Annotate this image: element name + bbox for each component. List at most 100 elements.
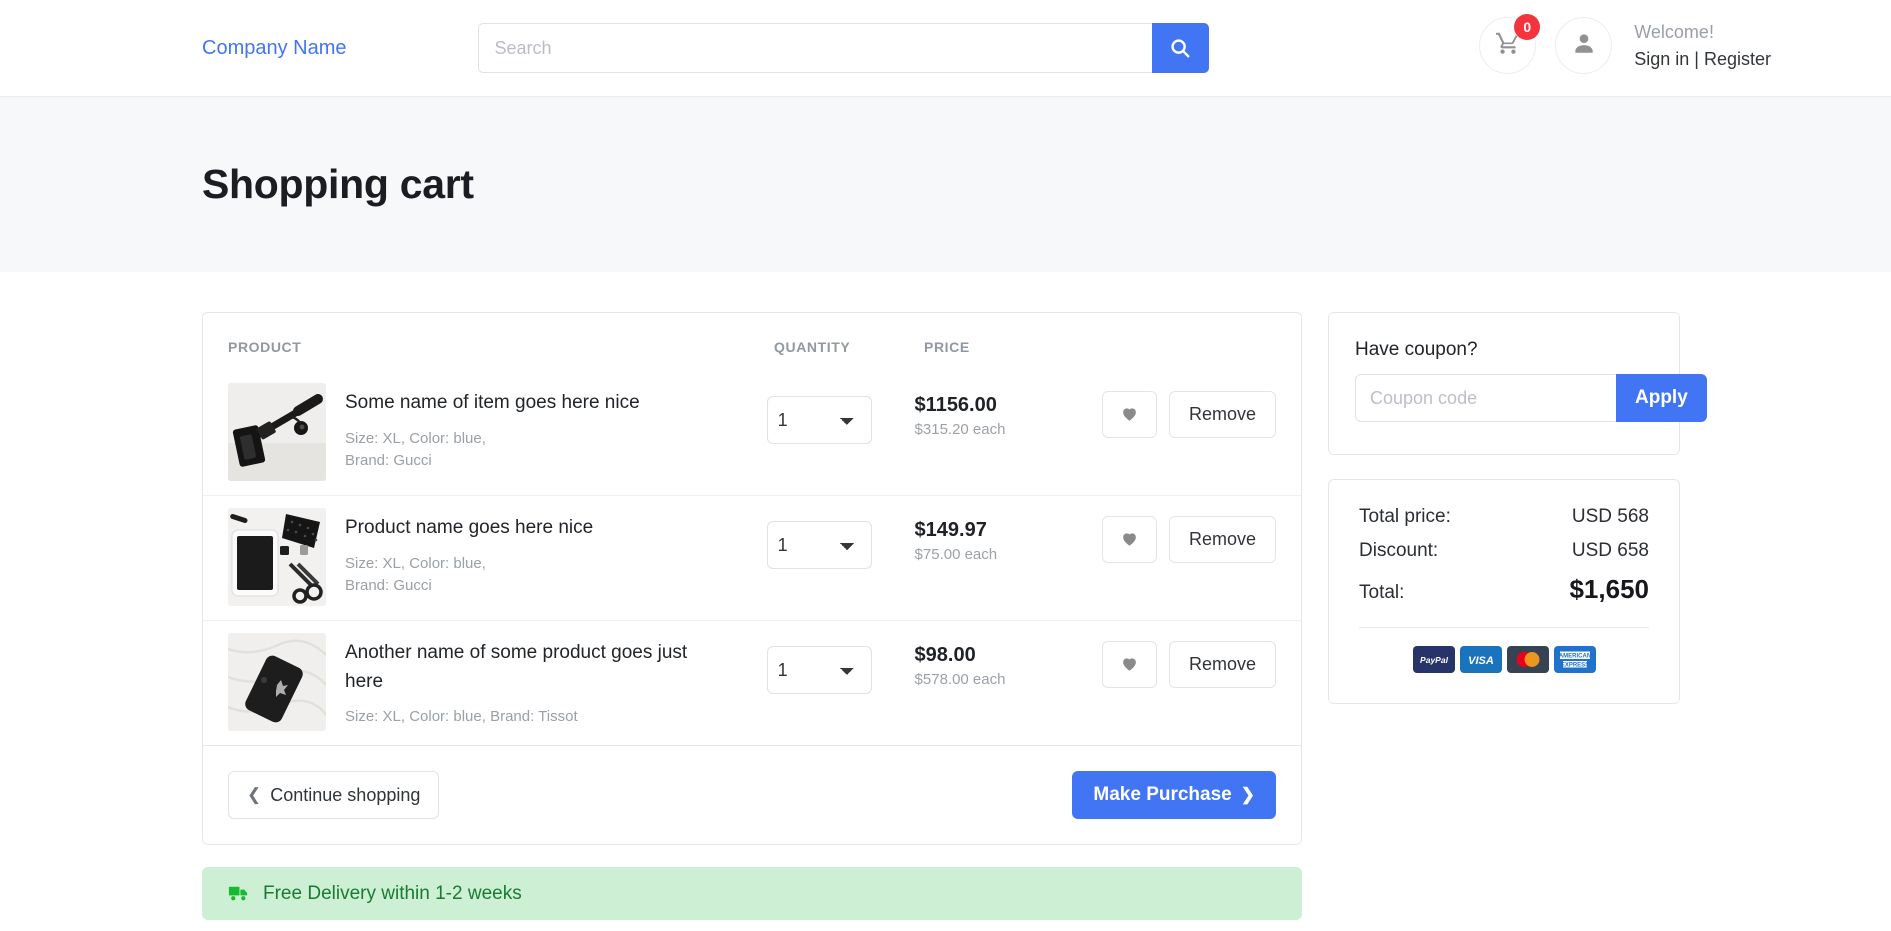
product-cell: Some name of item goes here nice Size: X… bbox=[228, 371, 767, 495]
heart-icon bbox=[1120, 404, 1139, 426]
column-header-product: PRODUCT bbox=[228, 339, 302, 355]
page-title: Shopping cart bbox=[202, 161, 474, 207]
order-summary-card: Total price: USD 568 Discount: USD 658 T… bbox=[1328, 479, 1680, 704]
summary-row-grand-total: Total: $1,650 bbox=[1359, 574, 1649, 605]
wishlist-button[interactable] bbox=[1101, 391, 1157, 438]
summary-label: Total price: bbox=[1359, 506, 1451, 527]
user-avatar-icon bbox=[1571, 30, 1597, 61]
svg-text:VISA: VISA bbox=[1468, 655, 1494, 667]
continue-shopping-label: Continue shopping bbox=[270, 784, 421, 805]
tripod-photo-image bbox=[228, 383, 326, 481]
apply-coupon-button[interactable]: Apply bbox=[1616, 374, 1707, 422]
table-row: Product name goes here nice Size: XL, Co… bbox=[203, 495, 1301, 620]
coupon-card: Have coupon? Apply bbox=[1328, 312, 1707, 455]
welcome-text: Welcome! bbox=[1634, 22, 1714, 43]
brand-logo[interactable]: Company Name bbox=[202, 37, 347, 60]
product-meta: Size: XL, Color: blue, Brand: Tissot bbox=[345, 706, 695, 729]
continue-shopping-button[interactable]: ❮ Continue shopping bbox=[228, 771, 440, 819]
product-meta-line-1: Size: XL, Color: blue, bbox=[345, 429, 486, 447]
wishlist-button[interactable] bbox=[1101, 516, 1157, 563]
search-input[interactable] bbox=[477, 23, 1152, 73]
search-icon bbox=[1169, 37, 1191, 59]
table-row: Some name of item goes here nice Size: X… bbox=[203, 371, 1301, 495]
cart-button[interactable]: 0 bbox=[1479, 14, 1541, 74]
signin-register-link[interactable]: Sign in | Register bbox=[1634, 46, 1771, 72]
summary-value: USD 568 bbox=[1571, 506, 1649, 527]
product-name[interactable]: Product name goes here nice bbox=[345, 514, 593, 543]
paypal-logo-icon: PayPal bbox=[1412, 646, 1455, 673]
chevron-right-icon: ❯ bbox=[1240, 785, 1255, 804]
product-thumbnail[interactable] bbox=[228, 633, 326, 731]
heart-icon bbox=[1120, 654, 1139, 676]
product-meta-line-1: Size: XL, Color: blue, Brand: Tissot bbox=[345, 708, 578, 725]
product-info: Some name of item goes here nice Size: X… bbox=[345, 383, 640, 481]
mastercard-logo-icon bbox=[1506, 646, 1549, 673]
item-total-price: $1156.00 bbox=[914, 394, 997, 416]
summary-row-discount: Discount: USD 658 bbox=[1359, 540, 1649, 562]
summary-value: USD 658 bbox=[1571, 540, 1649, 561]
quantity-cell: 1 bbox=[766, 496, 915, 569]
price-cell: $149.97 $75.00 each bbox=[915, 496, 1102, 563]
product-thumbnail[interactable] bbox=[228, 508, 326, 606]
column-header-actions bbox=[1114, 339, 1276, 355]
search-button[interactable] bbox=[1151, 23, 1209, 73]
header-account-area: 0 Welcome! Sign in | Register bbox=[1479, 14, 1771, 74]
product-name[interactable]: Another name of some product goes just h… bbox=[345, 639, 695, 696]
quantity-select[interactable]: 1 bbox=[766, 521, 872, 569]
summary-label: Discount: bbox=[1359, 540, 1439, 561]
item-unit-price: $315.20 each bbox=[914, 421, 1006, 438]
make-purchase-label: Make Purchase bbox=[1093, 784, 1232, 805]
heart-icon bbox=[1120, 529, 1139, 551]
item-total-price: $98.00 bbox=[914, 644, 976, 666]
product-meta: Size: XL, Color: blue, Brand: Gucci bbox=[345, 553, 593, 599]
welcome-block: Welcome! Sign in | Register bbox=[1634, 19, 1771, 71]
phone-fabric-photo-image bbox=[228, 633, 326, 731]
product-info: Another name of some product goes just h… bbox=[345, 633, 695, 731]
remove-button[interactable]: Remove bbox=[1168, 516, 1276, 563]
chevron-left-icon: ❮ bbox=[247, 785, 262, 804]
product-name[interactable]: Some name of item goes here nice bbox=[345, 389, 640, 418]
column-header-price: PRICE bbox=[924, 339, 970, 355]
actions-cell: Remove bbox=[1101, 371, 1276, 438]
payment-methods: PayPal VISA AMERICAN EXPRESS bbox=[1359, 646, 1649, 673]
make-purchase-button[interactable]: Make Purchase ❯ bbox=[1072, 771, 1276, 819]
product-meta-line-2: Brand: Gucci bbox=[345, 577, 432, 595]
quantity-select[interactable]: 1 bbox=[766, 396, 872, 444]
account-button[interactable] bbox=[1555, 17, 1613, 74]
delivery-truck-icon bbox=[227, 882, 250, 905]
remove-button[interactable]: Remove bbox=[1168, 641, 1276, 688]
svg-text:AMERICAN: AMERICAN bbox=[1558, 654, 1590, 660]
item-unit-price: $75.00 each bbox=[914, 546, 998, 563]
item-unit-price: $578.00 each bbox=[914, 671, 1006, 688]
cart-count-badge: 0 bbox=[1514, 14, 1541, 40]
product-meta-line-1: Size: XL, Color: blue, bbox=[345, 554, 486, 572]
svg-text:PayPal: PayPal bbox=[1420, 655, 1449, 665]
quantity-cell: 1 bbox=[766, 621, 915, 694]
product-cell: Another name of some product goes just h… bbox=[228, 621, 767, 745]
item-total-price: $149.97 bbox=[914, 519, 987, 541]
summary-row-total-price: Total price: USD 568 bbox=[1359, 506, 1649, 528]
coupon-code-input[interactable] bbox=[1355, 374, 1616, 422]
svg-text:EXPRESS: EXPRESS bbox=[1560, 662, 1588, 668]
grand-total-value: $1,650 bbox=[1569, 574, 1649, 604]
product-meta: Size: XL, Color: blue, Brand: Gucci bbox=[345, 428, 640, 474]
product-thumbnail[interactable] bbox=[228, 383, 326, 481]
cart-footer: ❮ Continue shopping Make Purchase ❯ bbox=[203, 745, 1301, 844]
main-content: PRODUCT QUANTITY PRICE Some name of item… bbox=[0, 272, 1891, 920]
free-delivery-banner: Free Delivery within 1-2 weeks bbox=[202, 867, 1302, 920]
tablet-desk-photo-image bbox=[228, 508, 326, 606]
price-cell: $1156.00 $315.20 each bbox=[915, 371, 1102, 438]
cart-table-header: PRODUCT QUANTITY PRICE bbox=[203, 313, 1301, 371]
quantity-cell: 1 bbox=[766, 371, 915, 444]
visa-logo-icon: VISA bbox=[1459, 646, 1502, 673]
site-header: Company Name 0 bbox=[0, 0, 1891, 97]
wishlist-button[interactable] bbox=[1101, 641, 1157, 688]
quantity-select[interactable]: 1 bbox=[766, 646, 872, 694]
remove-button[interactable]: Remove bbox=[1168, 391, 1276, 438]
coupon-form: Apply bbox=[1355, 374, 1707, 422]
divider bbox=[1359, 627, 1649, 628]
amex-logo-icon: AMERICAN EXPRESS bbox=[1553, 646, 1596, 673]
cart-column: PRODUCT QUANTITY PRICE Some name of item… bbox=[202, 312, 1302, 920]
product-cell: Product name goes here nice Size: XL, Co… bbox=[228, 496, 767, 620]
column-header-quantity: QUANTITY bbox=[774, 339, 851, 355]
